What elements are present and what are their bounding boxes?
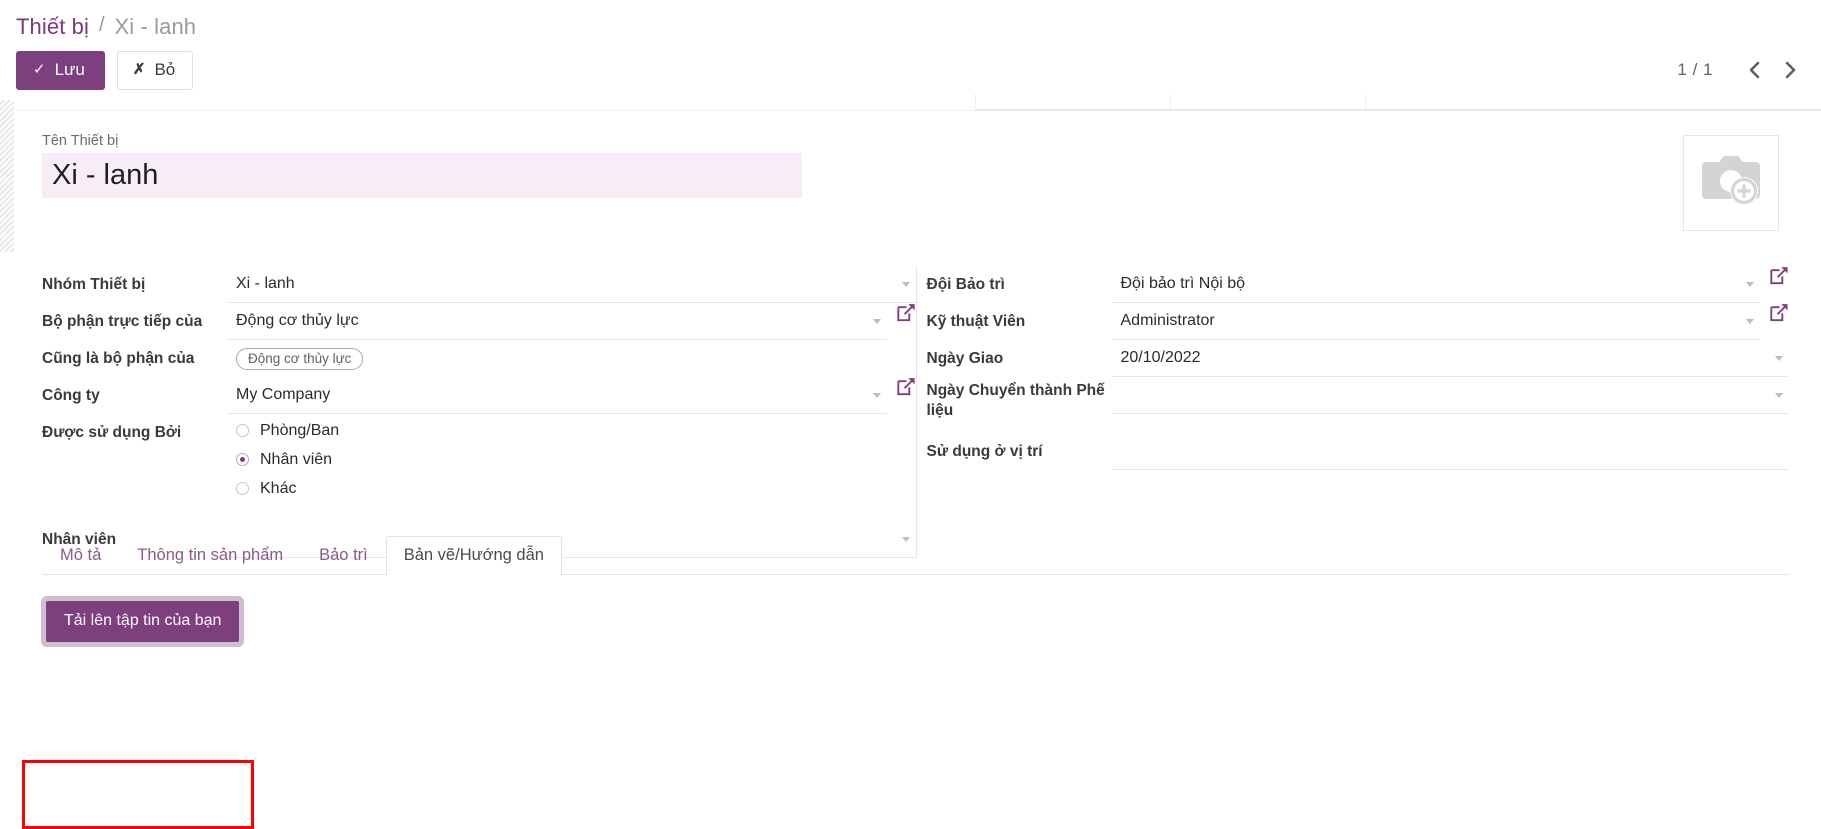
form-sheet: Tên Thiết bị Xi - lanh Nhóm Thiết bị Xi … [14,110,1821,802]
field-control[interactable] [1111,433,1789,470]
external-link-icon[interactable] [896,377,916,396]
field-row-maintenance-team: Đội Bảo trì Đội bảo trì Nội bộ [927,266,1790,303]
radio-option-employee[interactable]: Nhân viên [236,445,916,474]
pager-count: 1 / 1 [1677,60,1713,79]
chevron-down-icon[interactable] [1775,392,1783,398]
chevron-down-icon[interactable] [872,392,881,398]
field-value[interactable]: My Company [227,386,873,404]
chevron-down-icon[interactable] [901,281,910,287]
upload-file-button[interactable]: Tải lên tập tin của bạn [46,601,240,642]
chevron-down-icon[interactable] [1746,318,1754,324]
breadcrumb-separator: / [98,14,105,36]
chevron-down-icon[interactable] [872,318,881,324]
field-control: Phòng/Ban Nhân viên Khác [227,414,916,503]
close-icon: ✗ [132,61,146,78]
field-control[interactable]: Xi - lanh [227,266,916,303]
field-label: Cũng là bộ phận của [42,350,195,367]
field-label: Nhóm Thiết bị [42,276,146,293]
breadcrumb-current: Xi - lanh [114,14,197,39]
field-label: Ngày Giao [926,350,1004,367]
field-value[interactable]: 20/10/2022 [1112,349,1776,367]
radio-option-other[interactable]: Khác [236,474,916,503]
field-row-equipment-category: Nhóm Thiết bị Xi - lanh [42,266,916,303]
field-value[interactable]: Administrator [1112,312,1747,330]
tab-list: Mô tả Thông tin sản phẩm Bảo trì Bản vẽ/… [42,534,1789,575]
field-value[interactable]: Đội bảo trì Nội bộ [1112,275,1747,293]
stat-button-slot[interactable] [1365,94,1821,110]
chevron-down-icon[interactable] [1775,355,1783,361]
pager: 1 / 1 [1677,54,1807,86]
tag-chip[interactable]: Động cơ thủy lực [236,347,364,370]
discard-button[interactable]: ✗ Bỏ [116,50,194,90]
external-link-icon[interactable] [1770,303,1789,322]
discard-button-label: Bỏ [154,59,176,79]
chevron-right-icon[interactable] [1773,54,1807,86]
field-columns: Nhóm Thiết bị Xi - lanh Bộ phận trực tiế… [42,266,1789,558]
field-row-scrap-date: Ngày Chuyển thành Phế liệu [926,377,1789,433]
stat-button-slot[interactable] [975,94,1170,110]
stat-button-strip [975,94,1821,110]
field-label: Bộ phận trực tiếp của [42,313,203,330]
stat-button-slot[interactable] [1170,94,1365,110]
notebook: Mô tả Thông tin sản phẩm Bảo trì Bản vẽ/… [42,534,1789,642]
radio-option-department[interactable]: Phòng/Ban [236,416,916,445]
equipment-name-input[interactable]: Xi - lanh [42,153,802,198]
field-row-assign-date: Ngày Giao 20/10/2022 [926,340,1789,377]
field-control[interactable]: My Company [227,377,887,414]
field-row-technician: Kỹ thuật Viên Administrator [927,303,1790,340]
tab-description[interactable]: Mô tả [42,536,119,575]
field-control[interactable] [1111,377,1789,414]
breadcrumb-root[interactable]: Thiết bị [16,14,89,40]
breadcrumb: Thiết bị / Xi - lanh [0,0,1821,46]
equipment-name-label: Tên Thiết bị [42,133,119,149]
radio-group-used-by: Phòng/Ban Nhân viên Khác [227,414,916,503]
form-sheet-wrapper: Tên Thiết bị Xi - lanh Nhóm Thiết bị Xi … [0,94,1821,829]
external-link-icon[interactable] [896,303,916,322]
tab-product-info[interactable]: Thông tin sản phẩm [119,536,301,575]
tab-panel-drawings: Tải lên tập tin của bạn [42,575,1789,642]
field-label: Công ty [42,387,100,404]
right-field-column: Đội Bảo trì Đội bảo trì Nội bộ Kỹ thuật … [915,266,1790,558]
camera-add-icon [1700,155,1762,212]
action-bar: ✓ Lưu ✗ Bỏ 1 / 1 [0,46,1821,94]
title-row: Tên Thiết bị Xi - lanh [42,133,1789,231]
external-link-icon[interactable] [1770,266,1789,285]
chevron-left-icon[interactable] [1737,54,1771,86]
field-value[interactable]: Xi - lanh [227,275,902,293]
tab-maintenance[interactable]: Bảo trì [301,536,386,575]
left-field-column: Nhóm Thiết bị Xi - lanh Bộ phận trực tiế… [42,266,916,558]
field-row-company: Công ty My Company [42,377,916,414]
radio-icon-selected [236,453,249,466]
field-control[interactable]: Động cơ thủy lực [227,303,887,340]
field-row-used-by: Được sử dụng Bởi Phòng/Ban Nhân viên Khá… [42,414,916,503]
field-control[interactable]: Administrator [1111,303,1760,340]
field-label: Được sử dụng Bởi [42,424,182,441]
field-row-also-part-of: Cũng là bộ phận của Động cơ thủy lực [42,340,916,377]
radio-label: Nhân viên [260,450,333,468]
save-button-label: Lưu [54,59,85,79]
field-label: Đội Bảo trì [926,276,1005,293]
radio-icon [236,482,249,495]
radio-label: Khác [260,479,297,497]
radio-icon [236,424,249,437]
field-label: Kỹ thuật Viên [926,313,1026,330]
drag-gutter [0,100,14,252]
field-control[interactable]: 20/10/2022 [1111,340,1789,377]
field-control[interactable]: Động cơ thủy lực [227,340,916,377]
title-block: Tên Thiết bị Xi - lanh [42,133,802,198]
photo-upload-box[interactable] [1683,135,1779,231]
check-icon: ✓ [33,61,46,78]
field-value[interactable]: Động cơ thủy lực [227,312,873,330]
field-control[interactable]: Đội bảo trì Nội bộ [1111,266,1760,303]
field-label: Ngày Chuyển thành Phế liệu [926,382,1105,420]
save-button[interactable]: ✓ Lưu [16,50,105,90]
tab-drawings-instructions[interactable]: Bản vẽ/Hướng dẫn [385,536,562,575]
field-row-used-in-location: Sử dụng ở vị trí [926,433,1789,470]
field-label: Sử dụng ở vị trí [926,443,1043,460]
field-row-direct-parent: Bộ phận trực tiếp của Động cơ thủy lực [42,303,916,340]
radio-label: Phòng/Ban [260,421,340,439]
chevron-down-icon[interactable] [1746,281,1754,287]
